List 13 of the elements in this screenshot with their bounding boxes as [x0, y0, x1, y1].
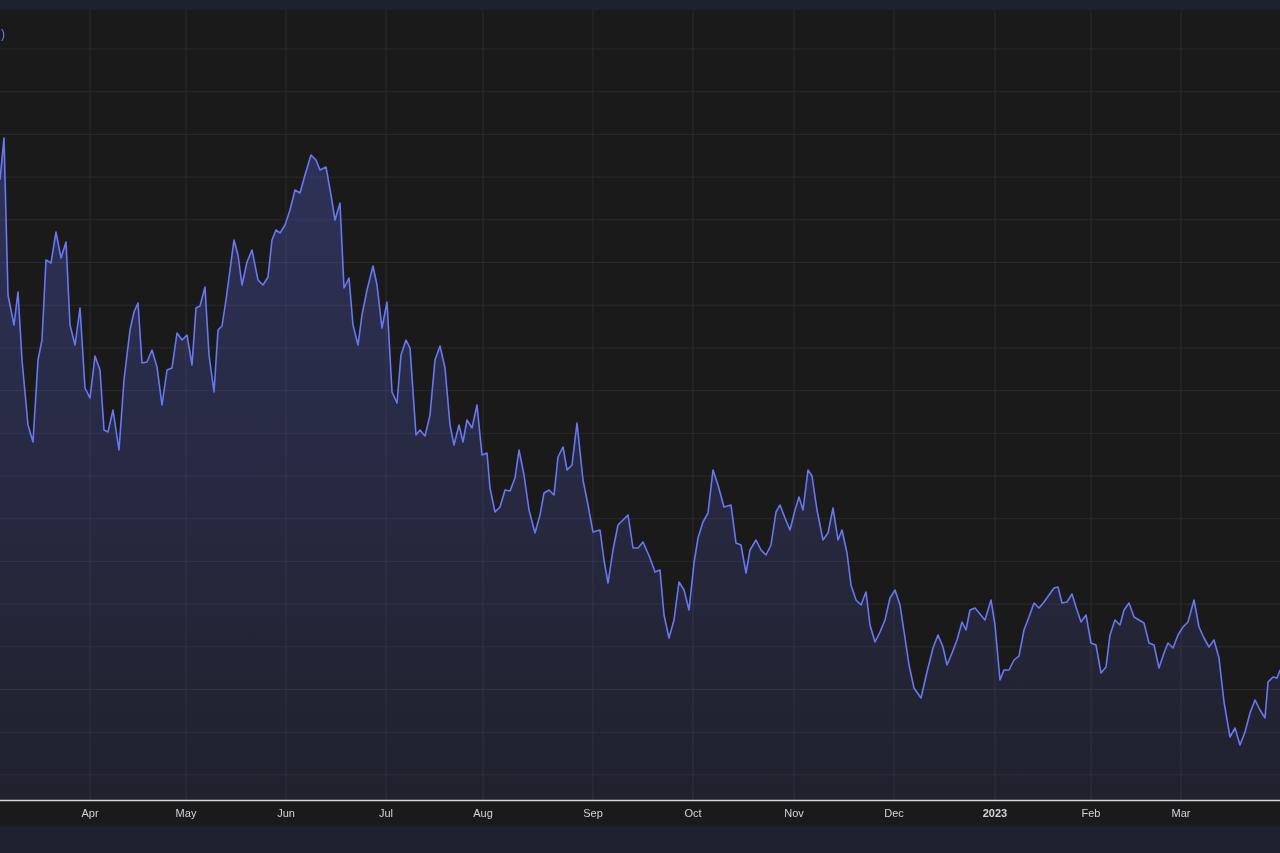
- axis-label: May: [175, 807, 197, 819]
- axis-label: Dec: [884, 807, 904, 819]
- axis-label: Jul: [378, 807, 394, 819]
- legend-text: ): [1, 27, 5, 41]
- axis-label: Jun: [277, 807, 295, 819]
- axis-label: Sep: [583, 807, 603, 819]
- axis-label: Oct: [684, 807, 702, 819]
- axis-label: Nov: [784, 807, 804, 819]
- axis-label: Apr: [81, 807, 99, 819]
- axis-label: Feb: [1081, 807, 1101, 819]
- axis-label: Aug: [473, 807, 493, 819]
- axis-label: 2023: [982, 807, 1008, 819]
- axis-label: Mar: [1171, 807, 1191, 819]
